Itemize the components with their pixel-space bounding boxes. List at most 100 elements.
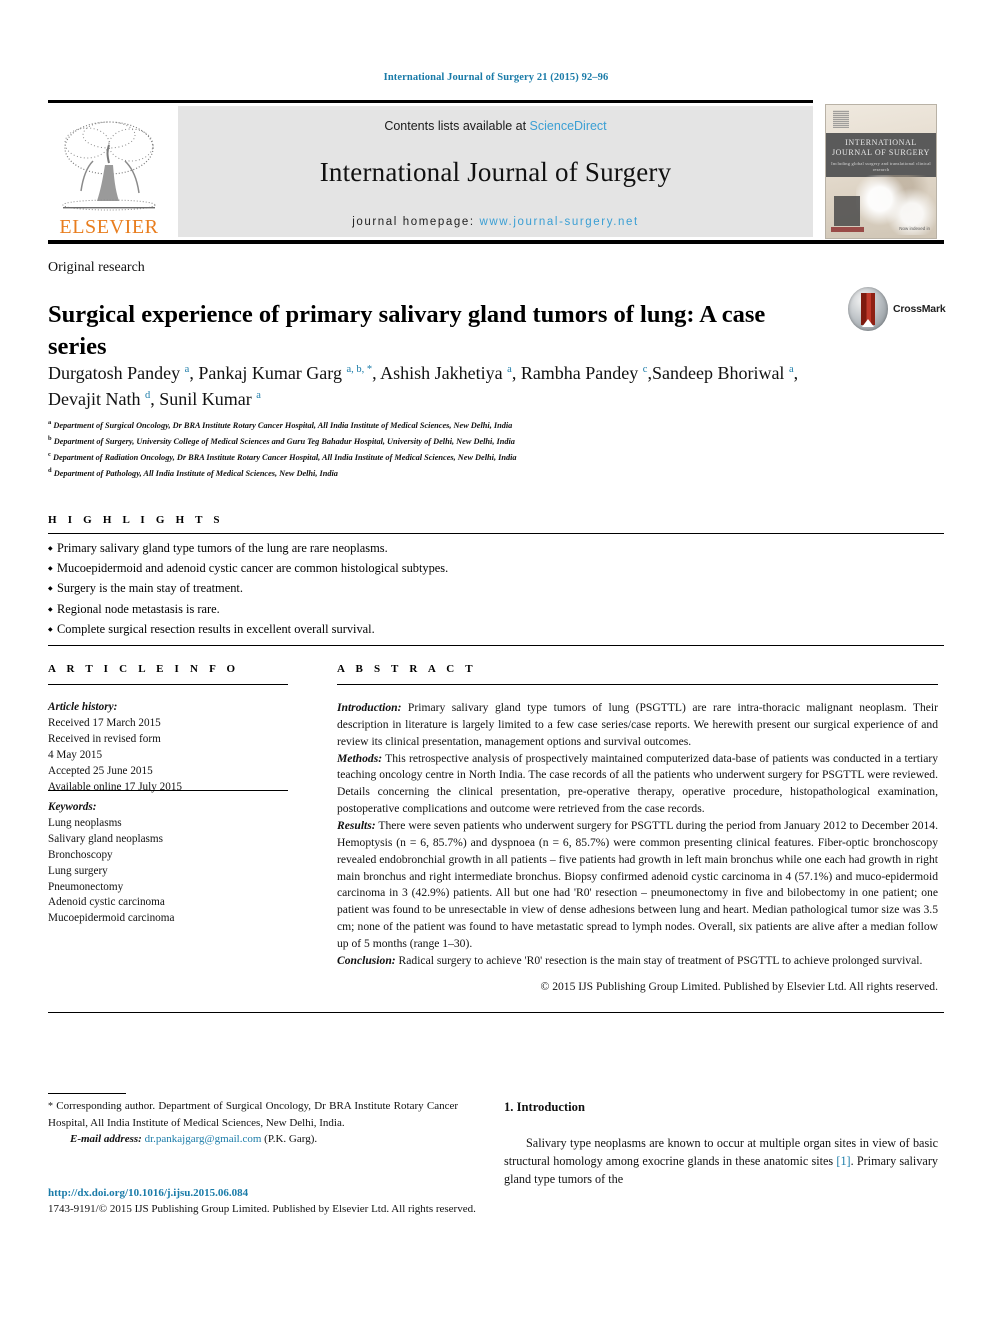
crossmark-arrow-glyph (862, 319, 874, 327)
abstract-results-label: Results: (337, 819, 376, 833)
author-separator: , (150, 389, 160, 410)
author-separator: , (793, 363, 799, 383)
abstract-results: Results: There were seven patients who u… (337, 818, 938, 953)
abstract-introduction-label: Introduction: (337, 701, 402, 714)
affiliation-item: b Department of Surgery, University Coll… (48, 433, 938, 449)
doi-block: http://dx.doi.org/10.1016/j.ijsu.2015.06… (48, 1186, 548, 1218)
abstract-conclusion-text: Radical surgery to achieve 'R0' resectio… (395, 953, 923, 967)
affiliation-item: a Department of Surgical Oncology, Dr BR… (48, 417, 938, 433)
abstract-methods-text: This retrospective analysis of prospecti… (337, 751, 938, 816)
page-title: Surgical experience of primary salivary … (48, 301, 766, 360)
introduction-heading: 1. Introduction (504, 1100, 585, 1114)
introduction-section: 1. Introduction Salivary type neoplasms … (504, 1100, 938, 1188)
footnote-text: Corresponding author. Department of Surg… (48, 1100, 458, 1129)
affiliation-text: Department of Radiation Oncology, Dr BRA… (50, 452, 517, 462)
author-name: Sunil Kumar (159, 389, 257, 410)
affiliation-text: Department of Pathology, All India Insti… (51, 468, 338, 478)
elsevier-tree-icon (62, 121, 156, 211)
info-top-rule (48, 645, 944, 646)
author-name: Durgatosh Pandey (48, 363, 185, 383)
highlight-item: Complete surgical resection results in e… (48, 619, 938, 639)
article-info-rule (48, 684, 288, 685)
cover-top-barcode-mark (833, 110, 849, 128)
highlight-text: Mucoepidermoid and adenoid cystic cancer… (57, 561, 449, 576)
keyword-item: Bronchoscopy (48, 848, 113, 861)
abstract-copyright: © 2015 IJS Publishing Group Limited. Pub… (540, 979, 939, 993)
contents-lists-line: Contents lists available at ScienceDirec… (384, 119, 606, 133)
crossmark-badge-group[interactable]: CrossMark (848, 287, 946, 333)
highlight-item: Surgery is the main stay of treatment. (48, 578, 938, 598)
keyword-item: Pneumonectomy (48, 880, 124, 893)
affiliation-text: Department of Surgical Oncology, Dr BRA … (51, 420, 513, 430)
cover-title-line2: JOURNAL OF SURGERY (831, 148, 931, 157)
journal-cover-thumbnail: INTERNATIONAL JOURNAL OF SURGERY Includi… (825, 104, 937, 239)
doi-link[interactable]: http://dx.doi.org/10.1016/j.ijsu.2015.06… (48, 1186, 548, 1202)
journal-title: International Journal of Surgery (319, 157, 672, 187)
masthead-bottom-rule (48, 240, 944, 244)
crossmark-label: CrossMark (893, 303, 946, 315)
abstract-conclusion: Conclusion: Radical surgery to achieve '… (337, 953, 938, 970)
article-history-items: Received 17 March 2015 Received in revise… (48, 716, 288, 796)
abstract-conclusion-label: Conclusion: (337, 953, 396, 967)
bullet-icon (48, 578, 57, 598)
affiliation-list: a Department of Surgical Oncology, Dr BR… (48, 417, 938, 481)
article-info-heading: A R T I C L E I N F O (48, 663, 240, 675)
cover-title-line1: INTERNATIONAL (845, 138, 917, 147)
cover-subtitle: Including global surgery and translation… (831, 161, 931, 172)
affiliation-text: Department of Surgery, University Colleg… (51, 436, 515, 446)
cover-crest-base (831, 227, 864, 232)
article-history-item: Received in revised form (48, 732, 161, 745)
email-link[interactable]: dr.pankajgarg@gmail.com (145, 1133, 262, 1145)
author-separator: , (511, 363, 521, 383)
article-history-block: Article history: Received 17 March 2015 R… (48, 700, 288, 795)
abstract-bottom-rule (48, 1012, 944, 1013)
cover-footnote: Now indexed in (899, 226, 930, 231)
homepage-url-link[interactable]: www.journal-surgery.net (479, 216, 638, 228)
corresponding-author-footnote: * Corresponding author. Department of Su… (48, 1098, 458, 1148)
bullet-icon (48, 538, 57, 558)
abstract-heading: A B S T R A C T (337, 663, 477, 675)
running-head: International Journal of Surgery 21 (201… (383, 72, 609, 83)
reference-link-1[interactable]: [1] (836, 1154, 850, 1168)
cover-title-band: INTERNATIONAL JOURNAL OF SURGERY Includi… (826, 133, 936, 177)
abstract-results-text: There were seven patients who underwent … (337, 819, 938, 951)
keyword-item: Lung neoplasms (48, 816, 122, 829)
highlight-text: Surgery is the main stay of treatment. (57, 581, 243, 596)
abstract-methods-label: Methods: (337, 751, 383, 765)
journal-masthead: ELSEVIER Contents lists available at Sci… (48, 100, 813, 240)
contents-prefix: Contents lists available at (384, 119, 530, 133)
introduction-paragraph: Salivary type neoplasms are known to occ… (504, 1134, 938, 1188)
keywords-rule (48, 790, 288, 791)
article-type-label: Original research (48, 260, 145, 275)
affiliation-item: d Department of Pathology, All India Ins… (48, 465, 938, 481)
homepage-prefix: journal homepage: (352, 216, 480, 228)
abstract-introduction: Introduction: Primary salivary gland typ… (337, 700, 938, 751)
abstract-methods: Methods: This retrospective analysis of … (337, 751, 938, 818)
author-affiliation-marker: a, b, * (346, 364, 373, 375)
keywords-heading: Keywords: (48, 801, 97, 813)
journal-band: Contents lists available at ScienceDirec… (178, 106, 813, 237)
highlight-item: Mucoepidermoid and adenoid cystic cancer… (48, 558, 938, 578)
author-name: Devajit Nath (48, 389, 145, 410)
keyword-item: Mucoepidermoid carcinoma (48, 912, 175, 925)
journal-article-page: International Journal of Surgery 21 (201… (0, 0, 992, 1323)
keyword-item: Salivary gland neoplasms (48, 832, 163, 845)
highlight-text: Primary salivary gland type tumors of th… (57, 541, 388, 555)
author-separator: , (189, 363, 199, 383)
highlight-text: Regional node metastasis is rare. (57, 601, 220, 616)
keywords-column: Keywords: Lung neoplasms Salivary gland n… (48, 800, 288, 927)
article-history-item: 4 May 2015 (48, 748, 103, 761)
highlights-rule (48, 533, 944, 534)
author-list: Durgatosh Pandey a, Pankaj Kumar Garg a,… (48, 360, 838, 412)
article-history-item: Available online 17 July 2015 (48, 780, 183, 793)
author-name: Sandeep Bhoriwal (651, 363, 789, 383)
abstract-introduction-text: Primary salivary gland type tumors of lu… (337, 701, 938, 748)
article-info-column: Article history: Received 17 March 2015 R… (48, 700, 288, 795)
highlights-list: Primary salivary gland type tumors of th… (48, 538, 938, 639)
sciencedirect-link[interactable]: ScienceDirect (530, 119, 607, 133)
affiliation-item: c Department of Radiation Oncology, Dr B… (48, 449, 938, 465)
elsevier-logo: ELSEVIER (48, 106, 170, 237)
abstract-rule (337, 684, 938, 685)
keyword-item: Lung surgery (48, 864, 108, 877)
highlight-item: Regional node metastasis is rare. (48, 599, 938, 619)
